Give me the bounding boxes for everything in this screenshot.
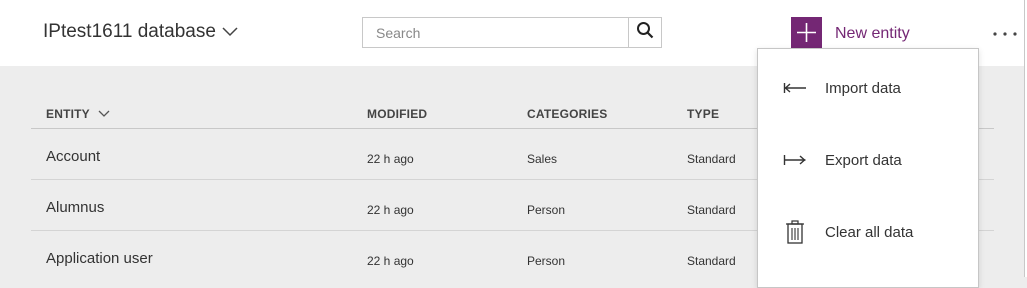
- search-icon: [636, 21, 654, 44]
- category: Person: [527, 203, 566, 217]
- database-selector[interactable]: IPtest1611 database: [43, 21, 238, 43]
- column-header-modified[interactable]: MODIFIED: [367, 107, 427, 121]
- search-button[interactable]: [628, 18, 661, 47]
- chevron-down-icon: [98, 107, 110, 121]
- import-arrow-icon: [782, 75, 808, 101]
- entity-name: Application user: [46, 250, 153, 267]
- menu-item-label: Import data: [825, 79, 901, 97]
- database-name: IPtest1611 database: [43, 21, 216, 42]
- search-box: [362, 17, 662, 48]
- new-entity-button[interactable]: New entity: [791, 17, 910, 48]
- entity-type: Standard: [687, 152, 736, 166]
- column-header-label: ENTITY: [46, 107, 90, 121]
- entity-name: Alumnus: [46, 199, 105, 216]
- category: Person: [527, 254, 566, 268]
- column-header-categories[interactable]: CATEGORIES: [527, 107, 607, 121]
- column-header-type[interactable]: TYPE: [687, 107, 719, 121]
- data-actions-menu: Import data Export data Clear all data: [757, 48, 979, 288]
- menu-item-label: Export data: [825, 151, 902, 169]
- menu-item-label: Clear all data: [825, 223, 914, 241]
- menu-item-export-data[interactable]: Export data: [758, 140, 978, 180]
- modified-time: 22 h ago: [367, 152, 414, 166]
- entity-name: Account: [46, 148, 101, 165]
- column-header-entity[interactable]: ENTITY: [46, 107, 110, 121]
- search-input[interactable]: [363, 18, 628, 47]
- menu-item-clear-all-data[interactable]: Clear all data: [758, 212, 978, 252]
- new-entity-label: New entity: [835, 25, 910, 42]
- export-arrow-icon: [782, 147, 808, 173]
- entity-type: Standard: [687, 254, 736, 268]
- more-options-button[interactable]: [992, 22, 1018, 42]
- menu-item-import-data[interactable]: Import data: [758, 68, 978, 108]
- modified-time: 22 h ago: [367, 203, 414, 217]
- ellipsis-icon: [993, 23, 1017, 41]
- category: Sales: [527, 152, 558, 166]
- entity-type: Standard: [687, 203, 736, 217]
- modified-time: 22 h ago: [367, 254, 414, 268]
- chevron-down-icon: [222, 27, 238, 37]
- trash-icon: [782, 219, 808, 245]
- plus-icon: [791, 17, 822, 48]
